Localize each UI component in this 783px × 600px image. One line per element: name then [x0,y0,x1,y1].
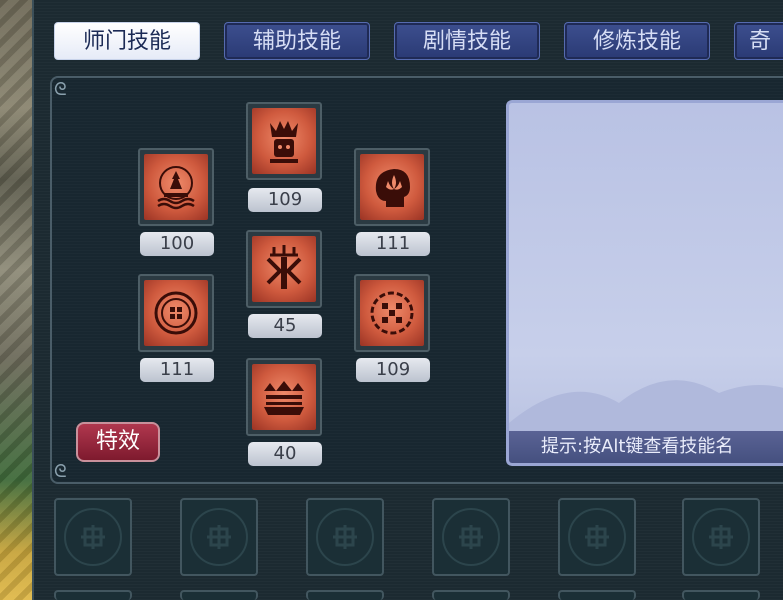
hint-text: 提示:按Alt键查看技能名 [509,431,783,463]
knot-emblem-icon [692,508,750,566]
head-icon [375,169,410,207]
skill-level-label: 109 [356,358,430,382]
skill-slot-dice-orb[interactable] [354,274,430,352]
game-world-background [0,0,32,600]
skill-slot-coin[interactable] [138,274,214,352]
effect-button[interactable]: 特效 [76,422,160,462]
empty-skill-slot[interactable] [54,590,132,600]
empty-skill-slot[interactable] [558,498,636,576]
tab-assist-skills[interactable]: 辅助技能 [224,22,370,60]
tab-special-skills[interactable]: 奇 [734,22,783,60]
mountain-watermark-icon [509,380,783,433]
skill-level-label: 109 [248,188,322,212]
knot-emblem-icon [64,508,122,566]
tab-story-skills[interactable]: 剧情技能 [394,22,540,60]
skill-level-label: 111 [140,358,214,382]
empty-skill-slot[interactable] [54,498,132,576]
ornament-corner-icon: ᘓ [54,79,67,100]
empty-skill-slot[interactable] [180,590,258,600]
skill-slot-spikes[interactable] [246,358,322,436]
empty-skill-slot[interactable] [432,590,510,600]
knot-emblem-icon [316,508,374,566]
coin-icon [154,291,198,335]
crown-face-icon [270,121,298,163]
skill-level-label: 100 [140,232,214,256]
skill-description-box: 提示:按Alt键查看技能名 [506,100,783,466]
empty-skill-slot[interactable] [306,498,384,576]
empty-skill-slot[interactable] [558,590,636,600]
dice-orb-icon [370,291,414,335]
spikes-icon [264,381,304,415]
knot-emblem-icon [190,508,248,566]
skill-slot-head[interactable] [354,148,430,226]
skill-slot-trident[interactable] [246,230,322,308]
trident-icon [266,245,302,289]
ornament-corner-icon: ᘓ [54,461,67,482]
empty-skill-slot[interactable] [682,498,760,576]
skill-level-label: 111 [356,232,430,256]
empty-skill-slot[interactable] [180,498,258,576]
tab-school-skills[interactable]: 师门技能 [54,22,200,60]
knot-emblem-icon [442,508,500,566]
skills-panel: 师门技能 辅助技能 剧情技能 修炼技能 奇 ᘓ ᘓ 100 109 111 45… [32,0,783,600]
skill-slot-crown-face[interactable] [246,102,322,180]
knot-emblem-icon [568,508,626,566]
tab-cultivation-skills[interactable]: 修炼技能 [564,22,710,60]
empty-skill-slot[interactable] [432,498,510,576]
pagoda-icon [157,166,195,210]
empty-skill-slot[interactable] [306,590,384,600]
skill-slot-pagoda[interactable] [138,148,214,226]
skill-level-label: 45 [248,314,322,338]
empty-skill-slot[interactable] [682,590,760,600]
skill-level-label: 40 [248,442,322,466]
